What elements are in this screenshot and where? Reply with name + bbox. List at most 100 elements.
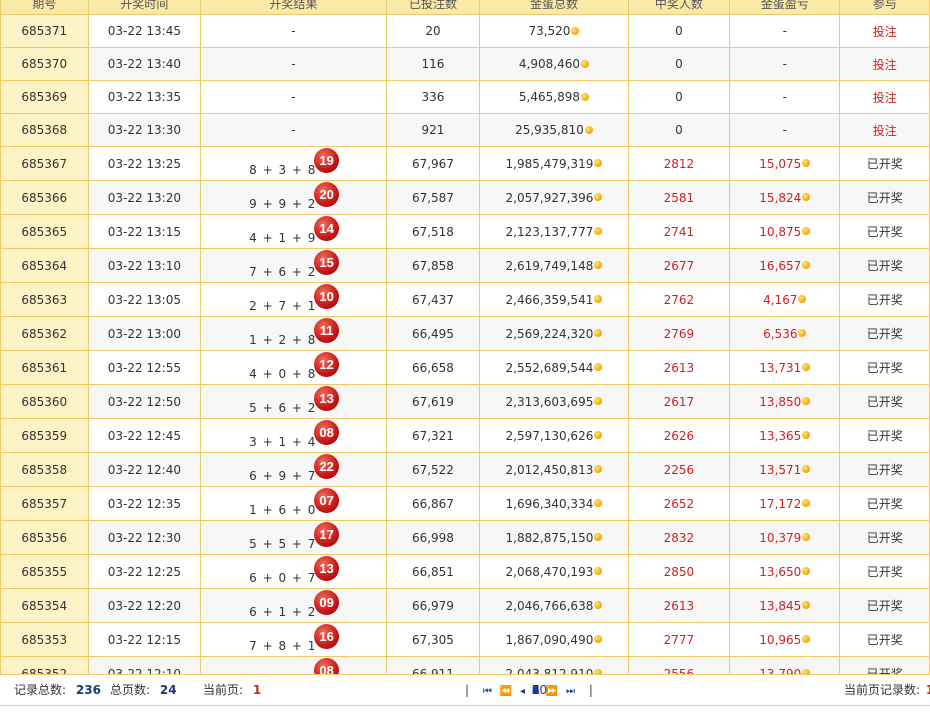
issue-cell: 685358 [0, 452, 89, 487]
total-value: 2,068,470,193 [505, 564, 594, 579]
result-cell: 3 + 1 + 4 = 08 [200, 418, 387, 453]
total-value: 1,696,340,334 [505, 496, 594, 511]
result-ball: 17 [314, 522, 340, 547]
bets-cell: 66,851 [385, 554, 481, 589]
time-cell: 03-22 13:05 [87, 282, 202, 317]
bets-cell: 67,587 [385, 180, 481, 215]
bets-cell: 66,979 [385, 588, 481, 623]
winners-cell: 0 [627, 47, 731, 81]
result-cell: - [200, 80, 387, 114]
table-row: 685356 03-22 12:30 5 + 5 + 7 = 17 66,998 1,88… [0, 520, 930, 555]
lottery-history-page: 期号 开奖时间 开奖结果 已投注数 金蛋总数 中奖人数 金蛋盈亏 参与 6853… [0, 0, 930, 720]
total-records-value: 236 [75, 683, 101, 697]
profit-cell: - [729, 47, 841, 81]
page-link[interactable]: 10 [532, 675, 547, 705]
profit-cell: 6,536 [729, 316, 841, 351]
winners-cell: 2769 [627, 316, 731, 351]
gold-egg-icon [802, 567, 811, 575]
total-value: 2,123,137,777 [505, 224, 594, 239]
time-cell: 03-22 13:00 [87, 316, 202, 351]
profit-cell: 13,650 [729, 554, 841, 589]
action-cell: 已开奖 [839, 316, 930, 351]
profit-cell: - [729, 113, 841, 147]
bet-link[interactable]: 投注 [839, 113, 930, 147]
bets-cell: 67,437 [385, 282, 481, 317]
profit-cell: - [729, 14, 841, 48]
profit-value: 15,075 [759, 156, 802, 171]
winners-cell: 2677 [627, 248, 731, 283]
total-pages-value: 24 [159, 683, 177, 697]
winners-cell: 2617 [627, 384, 731, 419]
total-value: 73,520 [528, 24, 571, 38]
prev-page-icon[interactable]: ◂ [520, 686, 525, 697]
bets-cell: 67,518 [385, 214, 481, 249]
time-cell: 03-22 13:30 [87, 113, 202, 147]
page-records-value: 10 [926, 683, 930, 697]
table-row: 685362 03-22 13:00 1 + 2 + 8 = 11 66,495 2,56… [0, 316, 930, 351]
gold-egg-icon [594, 431, 603, 439]
winners-cell: 2777 [627, 622, 731, 657]
gold-egg-icon [802, 465, 811, 473]
profit-cell: 13,731 [729, 350, 841, 385]
last-page-icon[interactable]: ⏭ [566, 686, 575, 697]
first-page-icon[interactable]: ⏮ [483, 686, 492, 697]
result-cell: 4 + 0 + 8 = 12 [200, 350, 387, 385]
total-value: 1,882,875,150 [505, 530, 594, 545]
gold-egg-icon [802, 601, 811, 609]
table-row: 685354 03-22 12:20 6 + 1 + 2 = 09 66,979 2,04… [0, 588, 930, 623]
result-cell: 5 + 5 + 7 = 17 [200, 520, 387, 555]
prev-ten-icon[interactable]: ⏪ [500, 686, 512, 697]
result-cell: 1 + 2 + 8 = 11 [200, 316, 387, 351]
table-row: 685367 03-22 13:25 8 + 3 + 8 = 19 67,967 1,98… [0, 146, 930, 181]
result-ball: 13 [314, 386, 340, 411]
gold-egg-icon [802, 227, 811, 235]
time-cell: 03-22 13:40 [87, 47, 202, 81]
total-pages-label: 总页数: [110, 683, 151, 697]
gold-egg-icon [802, 635, 811, 643]
pager-separator-right: | [588, 683, 593, 697]
result-cell: 4 + 1 + 9 = 14 [200, 214, 387, 249]
action-cell: 已开奖 [839, 418, 930, 453]
winners-cell: 2812 [627, 146, 731, 181]
table-row: 685361 03-22 12:55 4 + 0 + 8 = 12 66,658 2,55… [0, 350, 930, 385]
gold-egg-icon [594, 635, 603, 643]
bets-cell: 66,998 [385, 520, 481, 555]
gold-egg-icon [594, 567, 603, 575]
issue-cell: 685368 [0, 113, 89, 147]
bet-link[interactable]: 投注 [839, 14, 930, 48]
result-cell: - [200, 47, 387, 81]
result-cell: 7 + 6 + 2 = 15 [200, 248, 387, 283]
profit-cell: 10,875 [729, 214, 841, 249]
winners-cell: 2581 [627, 180, 731, 215]
result-cell: 6 + 0 + 7 = 13 [200, 554, 387, 589]
table-row: 685357 03-22 12:35 1 + 6 + 0 = 07 66,867 1,69… [0, 486, 930, 521]
bet-link[interactable]: 投注 [839, 47, 930, 81]
current-page: 当前页: 1 [203, 675, 261, 705]
header-action: 参与 [839, 0, 930, 15]
bets-cell: 67,858 [385, 248, 481, 283]
result-ball: 16 [314, 624, 340, 649]
result-ball: 11 [314, 318, 340, 343]
issue-cell: 685369 [0, 80, 89, 114]
page-records-label: 当前页记录数: [844, 683, 921, 697]
time-cell: 03-22 13:20 [87, 180, 202, 215]
issue-cell: 685354 [0, 588, 89, 623]
gold-egg-icon [594, 193, 603, 201]
next-ten-icon[interactable]: ⏩ [546, 686, 558, 697]
time-cell: 03-22 12:40 [87, 452, 202, 487]
action-cell: 已开奖 [839, 384, 930, 419]
table-row: 685370 03-22 13:40-116 4,908,460 0- 投注 [0, 47, 930, 81]
profit-cell: 16,657 [729, 248, 841, 283]
gold-egg-icon [594, 533, 603, 541]
time-cell: 03-22 12:20 [87, 588, 202, 623]
gold-egg-icon [580, 59, 589, 68]
profit-value: 15,824 [759, 190, 802, 205]
time-cell: 03-22 13:45 [87, 14, 202, 48]
bet-link[interactable]: 投注 [839, 80, 930, 114]
action-cell: 已开奖 [839, 588, 930, 623]
winners-cell: 2832 [627, 520, 731, 555]
total-cell: 2,057,927,396 [479, 180, 629, 215]
result-cell: 1 + 6 + 0 = 07 [200, 486, 387, 521]
action-cell: 已开奖 [839, 486, 930, 521]
pager-separator-left: | [465, 683, 470, 697]
